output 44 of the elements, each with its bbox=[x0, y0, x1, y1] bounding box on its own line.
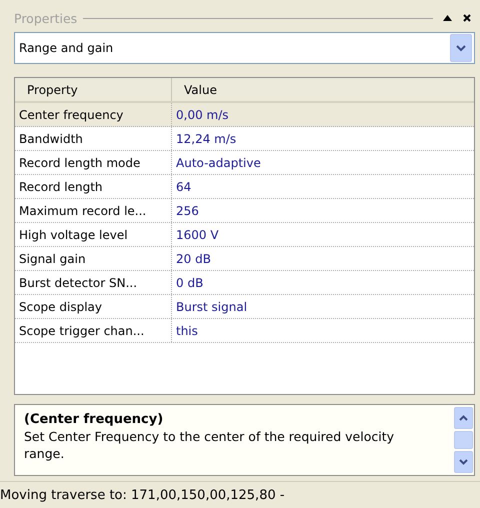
property-value: this bbox=[175, 322, 199, 340]
property-name: Record length bbox=[15, 175, 172, 198]
category-dropdown[interactable]: Range and gain bbox=[14, 32, 475, 64]
column-header[interactable]: Value bbox=[172, 78, 217, 101]
property-name: Center frequency bbox=[15, 103, 172, 126]
property-value: 20 dB bbox=[175, 250, 212, 268]
property-name: Signal gain bbox=[15, 247, 172, 270]
property-value: 64 bbox=[175, 178, 192, 196]
property-value: Auto-adaptive bbox=[175, 154, 262, 172]
description-title: (Center frequency) bbox=[24, 411, 164, 428]
property-row[interactable]: Bandwidth 12,24 m/s bbox=[15, 127, 474, 151]
property-name: High voltage level bbox=[15, 223, 172, 246]
property-row[interactable]: Record length 64 bbox=[15, 175, 474, 199]
panel-title: Properties bbox=[14, 10, 78, 26]
property-name: Record length mode bbox=[15, 151, 172, 174]
property-row[interactable]: Burst detector SN... 0 dB bbox=[15, 271, 474, 295]
scroll-down-button[interactable] bbox=[454, 451, 473, 473]
property-name: Burst detector SN... bbox=[15, 271, 172, 294]
chevron-up-icon bbox=[459, 415, 468, 421]
scroll-up-button[interactable] bbox=[454, 407, 473, 429]
property-name: Maximum record le... bbox=[15, 199, 172, 222]
scrollbar-thumb[interactable] bbox=[454, 431, 473, 449]
chevron-down-icon bbox=[459, 459, 468, 465]
column-header[interactable]: Property bbox=[15, 78, 172, 101]
description-text: Set Center Frequency to the center of the required velocity range. bbox=[24, 428, 396, 462]
property-value: 0,00 m/s bbox=[175, 106, 230, 124]
property-row[interactable]: Signal gain 20 dB bbox=[15, 247, 474, 271]
property-value: 256 bbox=[175, 202, 200, 220]
property-row[interactable]: Center frequency 0,00 m/s bbox=[15, 103, 474, 127]
property-value: 12,24 m/s bbox=[175, 130, 238, 148]
property-value: 1600 V bbox=[175, 226, 220, 244]
property-row[interactable]: Scope trigger chan... this bbox=[15, 319, 474, 343]
property-row[interactable]: Maximum record le... 256 bbox=[15, 199, 474, 223]
up-triangle-icon bbox=[442, 15, 452, 21]
property-name: Scope trigger chan... bbox=[15, 319, 172, 342]
status-text: Moving traverse to: 171,00,150,00,125,80 - bbox=[0, 488, 285, 502]
property-row[interactable]: Record length mode Auto-adaptive bbox=[15, 151, 474, 175]
close-icon bbox=[463, 14, 471, 22]
property-value: 0 dB bbox=[175, 274, 204, 292]
property-name: Bandwidth bbox=[15, 127, 172, 150]
property-row[interactable]: Scope display Burst signal bbox=[15, 295, 474, 319]
property-value: Burst signal bbox=[175, 298, 248, 316]
property-name: Scope display bbox=[15, 295, 172, 318]
property-row[interactable]: High voltage level 1600 V bbox=[15, 223, 474, 247]
